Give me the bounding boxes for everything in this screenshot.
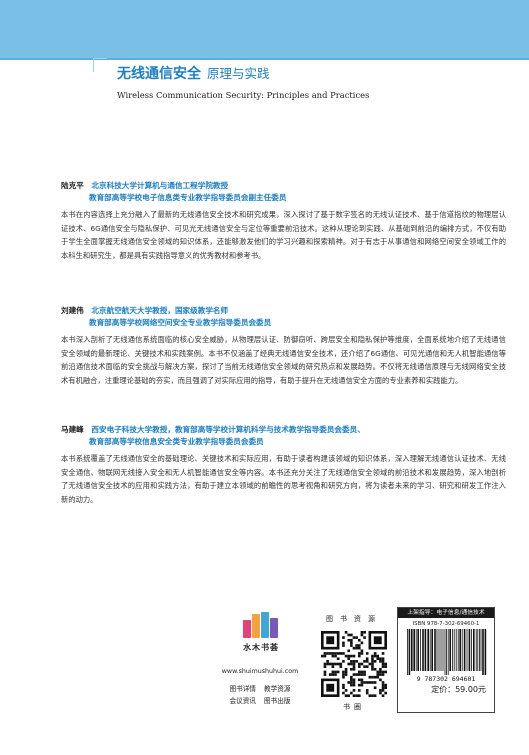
qr-code <box>321 631 387 697</box>
reviewer-name: 陆克平 <box>61 181 84 190</box>
publisher-website: www.shuimushuhui.com <box>221 668 299 675</box>
price-box: 上架指导：电子信息/通信技术 ISBN 978-7-302-69460-1 9 … <box>397 607 495 713</box>
qr-code-icon <box>321 631 387 697</box>
review-1: 陆克平 北京科技大学计算机与通信工程学院教授 教育部高等学校电子信息类专业教学指… <box>61 180 506 262</box>
reviewer-name: 刘建伟 <box>61 306 84 315</box>
reviewer-title: 北京科技大学计算机与通信工程学院教授 <box>91 181 229 190</box>
review-text: 本书系统覆盖了无线通信安全的基础理论、关键技术和实际应用，有助于读者构建该领域的… <box>61 454 506 504</box>
qr-label-bottom: 书圈 <box>343 703 365 711</box>
review-head: 陆克平 北京科技大学计算机与通信工程学院教授 <box>61 180 506 192</box>
link-teaching-resources: 教学资源 <box>264 685 291 693</box>
reviewer-title: 西安电子科技大学教授，教育部高等学校计算机科学与技术教学指导委员会委员、 <box>91 425 365 434</box>
link-conference-news: 会议资讯 <box>229 697 256 705</box>
review-head: 刘建伟 北京航空航天大学教授，国家级教学名师 <box>61 305 506 317</box>
title-cn-sub: 原理与实践 <box>207 66 270 81</box>
link-book-details: 图书详情 <box>229 685 256 693</box>
publisher-logo: 水木书荟 <box>226 612 296 653</box>
title-cn-main: 无线通信安全 <box>117 66 201 82</box>
isbn-text: ISBN 978-7-302-69460-1 <box>412 621 480 627</box>
title-en: Wireless Communication Security: Princip… <box>117 90 370 100</box>
reviewer-name: 马建峰 <box>61 425 84 434</box>
review-text: 本书深入剖析了无线通信系统面临的核心安全威胁，从物理层认证、防御窃听、跨层安全和… <box>61 335 506 385</box>
barcode-digits: 9 787302 694601 <box>417 675 476 683</box>
review-3: 马建峰 西安电子科技大学教授，教育部高等学校计算机科学与技术教学指导委员会委员、… <box>61 424 506 506</box>
publisher-logo-name: 水木书荟 <box>243 642 279 652</box>
review-2: 刘建伟 北京航空航天大学教授，国家级教学名师 教育部高等学校网络空间安全专业教学… <box>61 305 506 387</box>
reviewer-title: 北京航空航天大学教授，国家级教学名师 <box>91 306 229 315</box>
barcode-icon: 9 787302 694601 <box>407 629 487 683</box>
link-book-publishing: 图书出版 <box>264 697 291 705</box>
reviewer-title-2: 教育部高等学校电子信息类专业教学指导委员会副主任委员 <box>89 193 287 202</box>
review-text: 本书在内容选择上充分融入了最新的无线通信安全技术和研究成果，深入探讨了基于数字签… <box>61 210 506 260</box>
corner-bracket <box>93 58 107 72</box>
header-banner <box>0 0 529 58</box>
qr-label-top: 图书资源 <box>326 615 382 623</box>
header-banner-stripe <box>0 58 529 60</box>
reviewer-title-2: 教育部高等学校网络空间安全专业教学指导委员会委员 <box>89 318 272 327</box>
book-stack-icon <box>243 612 279 638</box>
shelf-category: 上架指导：电子信息/通信技术 <box>398 608 494 618</box>
reviewer-title-2: 教育部高等学校信息安全类专业教学指导委员会委员 <box>89 437 264 446</box>
title-cn: 无线通信安全 原理与实践 <box>117 63 517 83</box>
publisher-links: 图书详情 教学资源 会议资讯 图书出版 <box>200 683 320 707</box>
review-head: 马建峰 西安电子科技大学教授，教育部高等学校计算机科学与技术教学指导委员会委员、 <box>61 424 506 436</box>
book-title-block: 无线通信安全 原理与实践 Wireless Communication Secur… <box>117 63 517 100</box>
price-label: 定价：59.00元 <box>431 685 486 694</box>
